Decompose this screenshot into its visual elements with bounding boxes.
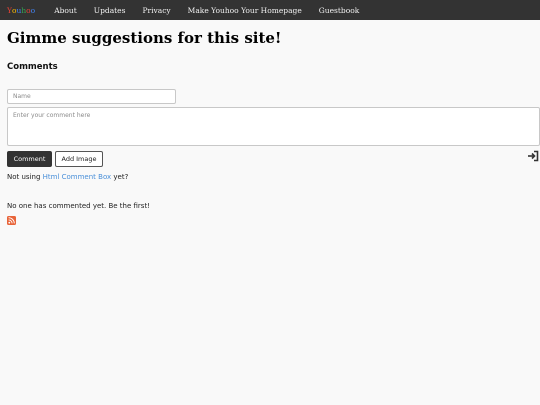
logo-letter: o <box>30 5 36 15</box>
nav-link-privacy[interactable]: Privacy <box>142 6 170 15</box>
site-logo[interactable]: Youhoo <box>7 6 35 15</box>
comments-heading: Comments <box>7 62 58 72</box>
promo-suffix: yet? <box>111 173 129 181</box>
no-comments-message: No one has commented yet. Be the first! <box>7 202 151 210</box>
rss-icon[interactable] <box>7 216 16 225</box>
page-title: Gimme suggestions for this site! <box>7 29 282 47</box>
top-navbar: Youhoo About Updates Privacy Make Youhoo… <box>0 0 540 20</box>
add-image-button[interactable]: Add Image <box>55 151 103 167</box>
promo-prefix: Not using <box>7 173 43 181</box>
nav-link-updates[interactable]: Updates <box>94 6 126 15</box>
comment-button[interactable]: Comment <box>7 151 52 167</box>
nav-link-homepage[interactable]: Make Youhoo Your Homepage <box>188 6 302 15</box>
login-icon[interactable] <box>527 150 539 162</box>
name-input[interactable] <box>7 89 176 104</box>
comment-textarea[interactable] <box>7 107 540 146</box>
html-comment-box-link[interactable]: Html Comment Box <box>43 173 112 181</box>
nav-link-about[interactable]: About <box>54 6 77 15</box>
nav-link-guestbook[interactable]: Guestbook <box>319 6 360 15</box>
promo-text: Not using Html Comment Box yet? <box>7 173 128 181</box>
